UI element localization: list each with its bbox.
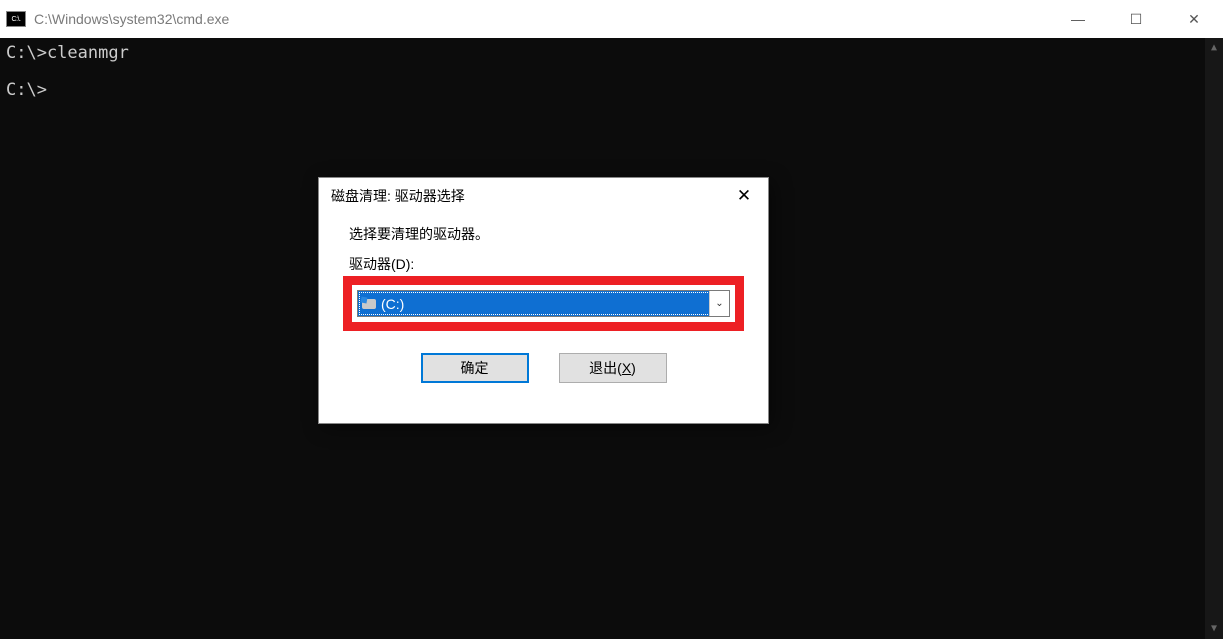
drive-select[interactable]: (C:) ⌄ [357, 290, 730, 317]
window-controls: — ☐ ✕ [1049, 0, 1223, 38]
cmd-titlebar[interactable]: C:\. C:\Windows\system32\cmd.exe — ☐ ✕ [0, 0, 1223, 38]
dialog-body: 选择要清理的驱动器。 驱动器(D): (C:) ⌄ 确定 退出(X) [319, 214, 768, 383]
chevron-down-icon[interactable]: ⌄ [709, 291, 729, 316]
maximize-button[interactable]: ☐ [1107, 0, 1165, 38]
drive-select-dialog: 磁盘清理: 驱动器选择 ✕ 选择要清理的驱动器。 驱动器(D): (C:) ⌄ … [318, 177, 769, 424]
drive-icon [361, 297, 377, 311]
dialog-close-button[interactable]: ✕ [720, 178, 768, 214]
cmd-title: C:\Windows\system32\cmd.exe [34, 11, 1049, 27]
exit-button-label-prefix: 退出( [589, 358, 622, 378]
dialog-title: 磁盘清理: 驱动器选择 [331, 186, 720, 206]
cmd-line: C:\>cleanmgr [6, 42, 1217, 65]
ok-button[interactable]: 确定 [421, 353, 529, 383]
scrollbar[interactable]: ▲ ▼ [1205, 38, 1223, 639]
minimize-button[interactable]: — [1049, 0, 1107, 38]
cmd-prompt: C:\> [6, 79, 1217, 102]
drive-selected-text: (C:) [381, 296, 404, 312]
scroll-down-icon[interactable]: ▼ [1205, 619, 1223, 639]
close-button[interactable]: ✕ [1165, 0, 1223, 38]
exit-button[interactable]: 退出(X) [559, 353, 667, 383]
exit-button-accelerator: X [622, 360, 631, 376]
cmd-icon: C:\. [6, 11, 26, 27]
dialog-titlebar[interactable]: 磁盘清理: 驱动器选择 ✕ [319, 178, 768, 214]
scroll-up-icon[interactable]: ▲ [1205, 38, 1223, 58]
drive-label: 驱动器(D): [349, 254, 738, 274]
annotation-highlight: (C:) ⌄ [343, 276, 744, 331]
dialog-message: 选择要清理的驱动器。 [349, 224, 738, 244]
exit-button-label-suffix: ) [631, 360, 636, 376]
dialog-buttons: 确定 退出(X) [349, 353, 738, 383]
